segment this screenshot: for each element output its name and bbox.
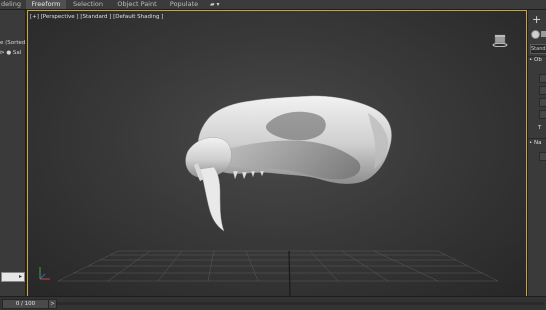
viewport-canvas xyxy=(39,95,499,296)
viewport-shading-menu[interactable]: [Default Shading ] xyxy=(113,14,163,20)
rollout-object-type[interactable]: • Ob xyxy=(529,57,542,63)
visibility-icon[interactable]: ⊳ ● xyxy=(0,50,11,56)
timeline-track[interactable] xyxy=(57,302,544,305)
3dsmax-window: deling Freeform Selection Object Paint P… xyxy=(0,0,546,310)
next-frame-button[interactable]: > xyxy=(48,299,57,309)
rollout-name-color[interactable]: • Na xyxy=(529,140,541,146)
tab-freeform[interactable]: Freeform xyxy=(26,0,66,9)
frame-counter[interactable]: 0 / 100 xyxy=(2,299,49,309)
viewport-pov-menu[interactable]: [Perspective ] xyxy=(41,14,79,20)
tab-modeling[interactable]: deling xyxy=(0,0,22,9)
tab-object-paint[interactable]: Object Paint xyxy=(114,0,160,9)
tab-populate[interactable]: Populate xyxy=(166,0,202,9)
rollout-divider xyxy=(528,138,546,139)
viewcube-icon[interactable] xyxy=(492,33,508,47)
home-grid xyxy=(57,250,499,282)
object-type-button[interactable] xyxy=(539,98,546,107)
scene-explorer-panel: e (Sorted ▴ ⊳ ● Sal ▸ xyxy=(0,10,30,296)
time-slider-bar: 0 / 100 > xyxy=(0,296,546,310)
axis-tripod-icon xyxy=(39,267,50,280)
create-tab-icon[interactable]: + xyxy=(532,14,541,25)
dropdown-arrow-icon[interactable]: ▸ xyxy=(19,273,22,280)
scene-item-label: Sal xyxy=(12,50,22,56)
scene-item[interactable]: ⊳ ● Sal xyxy=(0,50,21,56)
sort-label: e (Sorted xyxy=(0,40,26,46)
viewport-label-menu[interactable]: [+] [Perspective ] [Standard ] [Default … xyxy=(30,14,163,20)
ribbon-tab-bar: deling Freeform Selection Object Paint P… xyxy=(0,0,546,10)
menu-dropdown-icon[interactable]: ▰ ▾ xyxy=(210,0,224,9)
tab-selection[interactable]: Selection xyxy=(70,0,106,9)
object-category-dropdown[interactable]: Stand xyxy=(530,44,546,54)
command-panel: + Stand • Ob T • Na xyxy=(527,10,546,296)
object-type-button[interactable] xyxy=(539,74,546,83)
viewport-plus-menu[interactable]: [+] xyxy=(30,14,39,20)
shapes-icon[interactable] xyxy=(541,31,546,37)
sabertooth-skull-mesh xyxy=(185,95,392,232)
object-type-button-label[interactable]: T xyxy=(538,125,541,131)
sort-header[interactable]: e (Sorted ▴ xyxy=(0,40,30,46)
object-type-button[interactable] xyxy=(539,86,546,95)
perspective-viewport[interactable]: [+] [Perspective ] [Standard ] [Default … xyxy=(27,10,527,297)
object-type-button[interactable] xyxy=(539,110,546,119)
grid-axis-line xyxy=(288,250,291,296)
geometry-icon[interactable] xyxy=(531,30,540,39)
viewport-mode-menu[interactable]: [Standard ] xyxy=(80,14,111,20)
name-field[interactable] xyxy=(539,152,546,161)
